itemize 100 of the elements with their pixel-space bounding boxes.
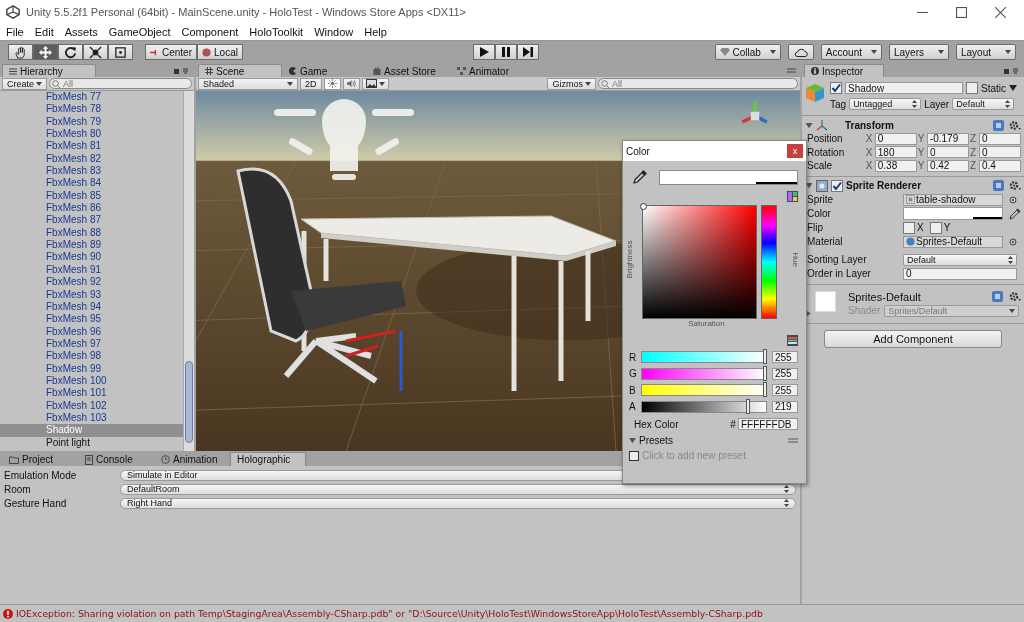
hierarchy-item[interactable]: FbxMesh 94 <box>0 300 183 314</box>
layers-dropdown[interactable]: Layers <box>889 44 949 60</box>
channel-value-field[interactable]: 255 <box>772 384 798 397</box>
hierarchy-item[interactable]: FbxMesh 91 <box>0 263 183 277</box>
hierarchy-item[interactable]: FbxMesh 102 <box>0 399 183 412</box>
flip-checkbox[interactable] <box>929 221 942 234</box>
panel-tab[interactable]: Animation <box>154 452 230 466</box>
hierarchy-item[interactable]: FbxMesh 89 <box>0 239 183 252</box>
number-field[interactable]: 0.42 <box>926 159 969 172</box>
object-field[interactable]: table-shadow <box>903 193 1003 206</box>
help-icon[interactable] <box>993 119 1004 131</box>
channel-slider[interactable] <box>641 400 767 413</box>
shading-dropdown[interactable]: Shaded <box>198 77 298 90</box>
hand-tool-button[interactable] <box>8 44 33 60</box>
gizmos-dropdown[interactable]: Gizmos <box>547 77 596 90</box>
scene-view-tab[interactable]: Scene <box>198 64 282 77</box>
menu-item[interactable]: GameObject <box>108 26 171 38</box>
static-checkbox[interactable] <box>966 82 978 94</box>
color-mode-icon[interactable] <box>787 190 798 202</box>
active-checkbox[interactable] <box>830 82 842 94</box>
tag-dropdown[interactable]: Untagged <box>849 98 922 110</box>
channel-value-field[interactable]: 219 <box>772 400 798 413</box>
slider-thumb[interactable] <box>763 349 767 365</box>
hierarchy-item[interactable]: FbxMesh 79 <box>0 115 183 129</box>
gear-icon[interactable] <box>1009 119 1021 131</box>
number-field[interactable]: 0.4 <box>979 159 1021 172</box>
hierarchy-item[interactable]: FbxMesh 95 <box>0 313 183 326</box>
foldout-arrow-icon[interactable] <box>805 121 813 129</box>
channel-slider[interactable] <box>641 351 767 364</box>
channel-slider[interactable] <box>641 367 767 380</box>
hierarchy-item[interactable]: FbxMesh 96 <box>0 325 183 338</box>
dropdown[interactable]: DefaultRoom <box>120 483 796 495</box>
slider-thumb[interactable] <box>745 398 750 414</box>
channel-slider[interactable] <box>641 384 767 397</box>
2d-toggle[interactable]: 2D <box>300 77 322 90</box>
dropdown[interactable]: Right Hand <box>120 497 796 509</box>
number-field[interactable]: 0 <box>979 146 1021 159</box>
hierarchy-item[interactable]: FbxMesh 97 <box>0 337 183 351</box>
move-tool-button[interactable] <box>33 44 58 60</box>
hierarchy-item[interactable]: Point light <box>0 436 183 449</box>
local-space-button[interactable]: Local <box>197 44 243 60</box>
color-swatch[interactable] <box>903 207 1004 220</box>
add-preset-icon[interactable] <box>629 450 639 461</box>
hierarchy-item[interactable]: FbxMesh 103 <box>0 411 183 425</box>
menu-item[interactable]: Component <box>181 26 239 38</box>
collab-dropdown[interactable]: Collab <box>714 44 781 60</box>
hierarchy-item[interactable]: FbxMesh 82 <box>0 152 183 166</box>
panel-tab[interactable]: Holographic <box>230 452 306 466</box>
rect-tool-button[interactable] <box>108 44 133 60</box>
menu-item[interactable]: Assets <box>64 26 98 38</box>
slider-thumb[interactable] <box>763 365 767 381</box>
number-field[interactable]: 0 <box>903 267 1017 280</box>
add-component-button[interactable]: Add Component <box>824 329 1002 348</box>
pause-button[interactable] <box>494 44 517 60</box>
slider-thumb[interactable] <box>763 382 767 398</box>
rotate-tool-button[interactable] <box>58 44 83 60</box>
object-field[interactable]: Sprites-Default <box>903 235 1003 248</box>
help-icon[interactable] <box>992 291 1003 302</box>
search-field[interactable]: All <box>598 78 798 89</box>
scene-view-tab[interactable]: Animator <box>450 64 534 77</box>
menu-item[interactable]: Help <box>364 26 387 38</box>
scrollbar[interactable] <box>183 91 194 451</box>
hierarchy-item[interactable]: FbxMesh 77 <box>0 91 183 104</box>
account-dropdown[interactable]: Account <box>820 44 882 60</box>
pivot-center-button[interactable]: Center <box>145 44 197 60</box>
scene-view-tab[interactable]: Game <box>282 64 366 77</box>
hierarchy-item[interactable]: FbxMesh 80 <box>0 128 183 141</box>
hierarchy-item[interactable]: FbxMesh 78 <box>0 103 183 116</box>
close-button[interactable]: x <box>787 144 803 158</box>
effects-dropdown[interactable] <box>361 77 389 90</box>
hierarchy-item[interactable]: FbxMesh 88 <box>0 226 183 240</box>
foldout-arrow-icon[interactable] <box>629 437 636 444</box>
saturation-brightness-square[interactable] <box>642 205 757 319</box>
hierarchy-item[interactable]: FbxMesh 83 <box>0 165 183 178</box>
channel-value-field[interactable]: 255 <box>772 367 798 380</box>
panel-tab[interactable]: Console <box>78 452 154 466</box>
hue-bar[interactable] <box>761 205 777 319</box>
maximize-icon[interactable] <box>956 6 967 18</box>
number-field[interactable]: 0.38 <box>874 159 917 172</box>
flip-checkbox[interactable] <box>903 221 915 234</box>
hierarchy-item[interactable]: FbxMesh 81 <box>0 140 183 153</box>
number-field[interactable]: 0 <box>979 132 1021 145</box>
hierarchy-item[interactable]: FbxMesh 86 <box>0 202 183 215</box>
layer-dropdown[interactable]: Default <box>952 98 1015 110</box>
slider-mode-icon[interactable] <box>787 334 798 346</box>
number-field[interactable]: 0 <box>874 132 917 145</box>
eyedropper-icon[interactable] <box>1009 207 1021 220</box>
dropdown-arrow-icon[interactable] <box>1009 85 1017 91</box>
search-field[interactable]: All <box>49 78 192 89</box>
hierarchy-item[interactable]: FbxMesh 87 <box>0 214 183 227</box>
cloud-button[interactable] <box>787 44 814 60</box>
create-dropdown[interactable]: Create <box>2 77 47 90</box>
gear-icon[interactable] <box>1009 291 1021 302</box>
channel-value-field[interactable]: 255 <box>772 351 798 364</box>
eyedropper-icon[interactable] <box>633 170 647 184</box>
hierarchy-item[interactable]: FbxMesh 90 <box>0 251 183 264</box>
scale-tool-button[interactable] <box>83 44 108 60</box>
menu-item[interactable]: Edit <box>34 26 54 38</box>
menu-item[interactable]: Window <box>314 26 354 38</box>
target-icon[interactable] <box>1009 195 1017 204</box>
